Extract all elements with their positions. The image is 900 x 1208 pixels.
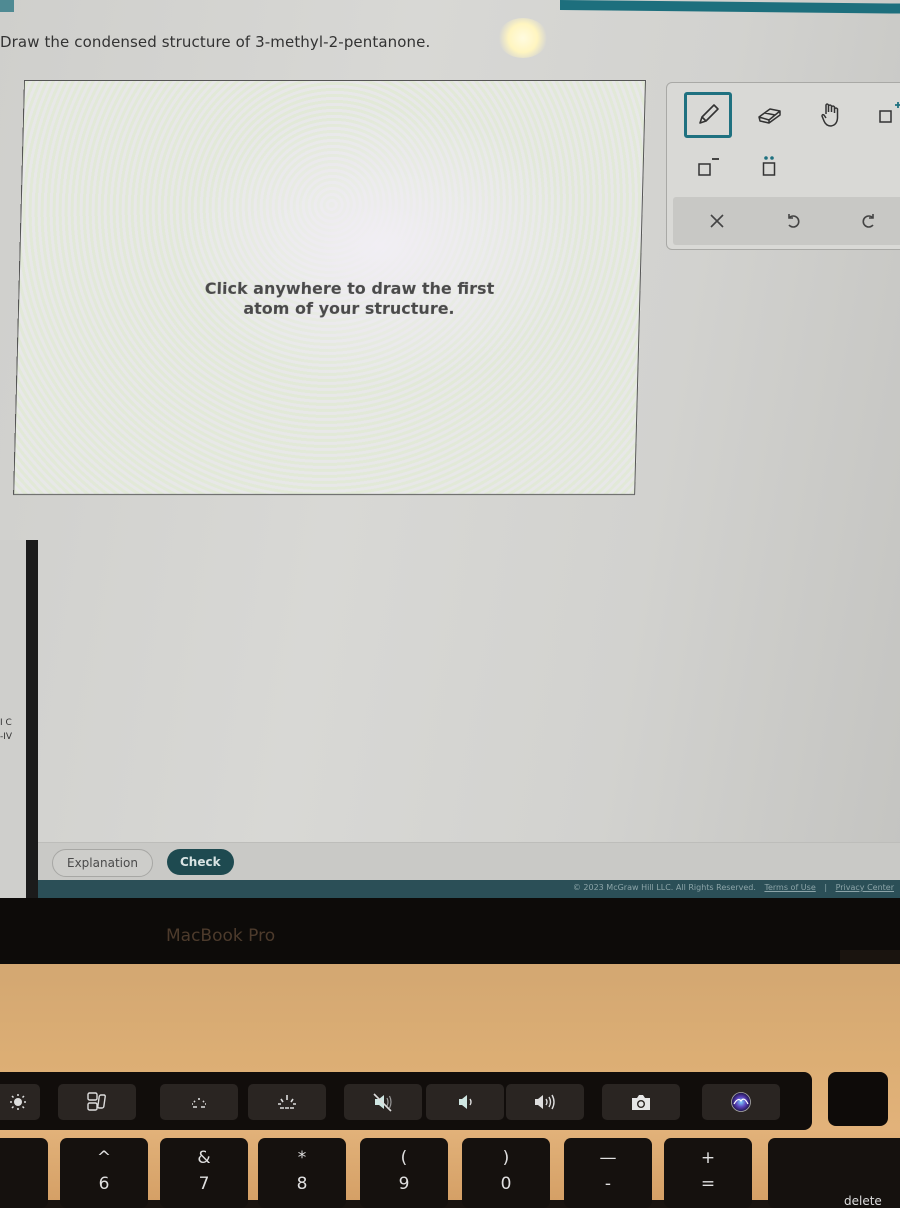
touchbar-mission-control[interactable] (58, 1084, 136, 1120)
camera-icon (632, 1095, 650, 1110)
key-6[interactable]: ^ 6 (60, 1138, 148, 1208)
footer-separator: | (824, 883, 828, 892)
touchbar-brightness[interactable] (0, 1084, 40, 1120)
key-equals[interactable]: + = (664, 1138, 752, 1208)
canvas-hint-line2: atom of your structure. (243, 299, 455, 318)
key-minus[interactable]: — - (564, 1138, 652, 1208)
touchbar-keyboard-brightness-down[interactable] (160, 1084, 238, 1120)
mission-control-icon (87, 1092, 106, 1111)
key-5[interactable] (0, 1138, 48, 1208)
key-9[interactable]: ( 9 (360, 1138, 448, 1208)
key-7-main: 7 (198, 1174, 210, 1194)
positive-charge-icon (879, 102, 900, 123)
keyboard-brightness-up-icon (278, 1095, 296, 1109)
key-7[interactable]: & 7 (160, 1138, 248, 1208)
touchbar-siri[interactable] (702, 1084, 780, 1120)
key-6-main: 6 (98, 1174, 110, 1194)
laptop-bezel: MacBook Pro (0, 898, 900, 964)
drawing-canvas[interactable]: Click anywhere to draw the first atom of… (13, 80, 647, 495)
touchbar-screenshot[interactable] (602, 1084, 680, 1120)
touchbar-mute[interactable] (344, 1084, 422, 1120)
canvas-hint: Click anywhere to draw the first atom of… (19, 279, 640, 319)
key-8-main: 8 (296, 1174, 308, 1194)
eraser-tool[interactable] (745, 92, 793, 138)
mute-icon (373, 1093, 392, 1112)
negative-charge-tool[interactable] (684, 144, 732, 190)
lone-pair-tool[interactable] (745, 144, 793, 190)
touch-bar (0, 1072, 812, 1130)
canvas-hint-line1: Click anywhere to draw the first (204, 279, 495, 298)
hinge (840, 950, 900, 964)
drawing-toolbox (666, 82, 900, 250)
key-delete[interactable]: delete (768, 1138, 900, 1208)
key-7-shift: & (197, 1148, 211, 1168)
adjacent-text-line1: I C (0, 718, 12, 728)
key-9-shift: ( (400, 1148, 408, 1168)
adjacent-window-edge: I C -IV (0, 0, 38, 898)
pencil-icon (699, 104, 719, 124)
key-delete-label: delete (844, 1194, 882, 1208)
light-glare (498, 18, 548, 58)
action-bar: Explanation Check (38, 842, 900, 881)
key-0[interactable]: ) 0 (462, 1138, 550, 1208)
touchbar-volume-up[interactable] (506, 1084, 584, 1120)
key-6-shift: ^ (96, 1148, 112, 1168)
footer: © 2023 McGraw Hill LLC. All Rights Reser… (38, 880, 900, 898)
clear-button[interactable] (703, 207, 731, 235)
touchbar-volume-down[interactable] (426, 1084, 504, 1120)
eraser-icon (758, 108, 781, 124)
keyboard-brightness-down-icon (192, 1098, 206, 1108)
hand-tool[interactable] (807, 92, 855, 138)
key-8[interactable]: * 8 (258, 1138, 346, 1208)
touchbar-keyboard-brightness-up[interactable] (248, 1084, 326, 1120)
terms-of-use-link[interactable]: Terms of Use (764, 883, 815, 892)
key-8-shift: * (297, 1148, 307, 1168)
adjacent-text-line2: -IV (0, 732, 13, 742)
redo-button[interactable] (855, 207, 883, 235)
volume-down-icon (459, 1095, 472, 1109)
hand-icon (821, 103, 839, 127)
laptop-keyboard-deck: ^ 6 & 7 * 8 ( 9 ) 0 — - + = delete (0, 964, 900, 1208)
key-minus-main: - (604, 1174, 612, 1194)
siri-icon (731, 1092, 751, 1112)
touch-id-key[interactable] (828, 1072, 888, 1126)
lone-pair-icon (762, 156, 776, 176)
positive-charge-tool[interactable] (865, 92, 900, 138)
browser-screen: Draw the condensed structure of 3-methyl… (0, 0, 900, 898)
check-button[interactable]: Check (167, 849, 234, 875)
explanation-button[interactable]: Explanation (52, 849, 153, 877)
undo-button[interactable] (779, 207, 807, 235)
key-equals-shift: + (700, 1148, 716, 1168)
copyright-text: © 2023 McGraw Hill LLC. All Rights Reser… (572, 883, 756, 892)
volume-up-icon (535, 1094, 555, 1110)
close-icon (710, 214, 724, 228)
undo-icon (788, 214, 800, 228)
header-accent-bar (560, 0, 900, 14)
key-minus-shift: — (599, 1148, 617, 1168)
toolbox-actions (673, 197, 900, 245)
brightness-icon (10, 1094, 26, 1110)
footer-text: © 2023 McGraw Hill LLC. All Rights Reser… (567, 883, 894, 892)
key-0-main: 0 (500, 1174, 512, 1194)
pencil-tool[interactable] (684, 92, 732, 138)
privacy-center-link[interactable]: Privacy Center (836, 883, 894, 892)
question-prompt: Draw the condensed structure of 3-methyl… (0, 33, 431, 51)
laptop-brand: MacBook Pro (166, 926, 276, 946)
adjacent-window-text: I C -IV (0, 716, 12, 744)
key-9-main: 9 (398, 1174, 410, 1194)
key-equals-main: = (700, 1174, 716, 1194)
negative-charge-icon (698, 158, 719, 176)
redo-icon (862, 214, 874, 228)
key-0-shift: ) (502, 1148, 510, 1168)
